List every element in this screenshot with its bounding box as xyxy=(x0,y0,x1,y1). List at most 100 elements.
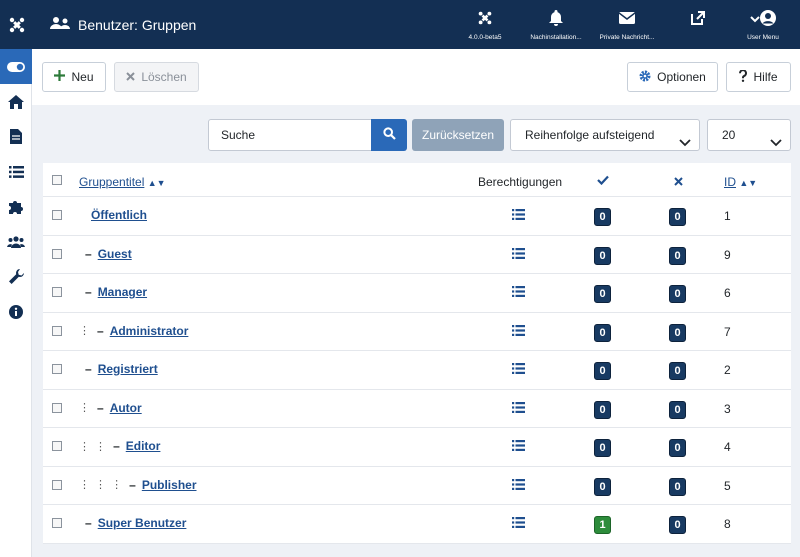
group-title-cell: – Super Benutzer xyxy=(79,516,186,530)
blocked-users-badge[interactable]: 0 xyxy=(669,477,686,496)
users-icon[interactable] xyxy=(0,224,32,259)
group-title-link[interactable]: Autor xyxy=(110,401,142,415)
group-title-cell: – Manager xyxy=(79,285,147,299)
row-checkbox[interactable] xyxy=(52,479,62,490)
table-row: ⋮ ⋮ ⋮ – Publisher 0 0 5 xyxy=(43,467,791,505)
table-row: Öffentlich 0 0 1 xyxy=(43,197,791,236)
plus-icon xyxy=(54,70,66,84)
version-item[interactable]: 4.0.0-beta5 xyxy=(450,8,520,41)
blocked-users-badge[interactable]: 0 xyxy=(669,439,686,457)
joomla-logo-icon[interactable] xyxy=(0,0,34,49)
permissions-list-icon[interactable] xyxy=(512,401,526,416)
row-checkbox[interactable] xyxy=(52,402,62,413)
options-button[interactable]: Optionen xyxy=(627,62,718,92)
post-install-label: Nachinstallation... xyxy=(530,34,582,41)
sort-id-header[interactable]: ID ▲▼ xyxy=(724,175,757,189)
row-checkbox[interactable] xyxy=(52,248,62,259)
active-users-badge[interactable]: 0 xyxy=(594,477,611,496)
group-id: 7 xyxy=(724,324,731,339)
ordering-select[interactable]: Reihenfolge aufsteigend xyxy=(510,119,700,151)
row-checkbox[interactable] xyxy=(52,364,62,374)
group-title-link[interactable]: Administrator xyxy=(110,324,189,338)
permissions-list-icon[interactable] xyxy=(512,440,526,454)
permissions-list-icon[interactable] xyxy=(512,247,526,262)
row-checkbox[interactable] xyxy=(52,441,62,451)
permissions-list-icon[interactable] xyxy=(512,363,526,377)
table-row: – Manager 0 0 6 xyxy=(43,274,791,313)
reset-button[interactable]: Zurücksetzen xyxy=(412,119,504,151)
user-menu-item[interactable]: User Menu xyxy=(728,8,798,41)
group-title-link[interactable]: Super Benutzer xyxy=(98,516,187,530)
row-checkbox[interactable] xyxy=(52,325,62,336)
chevron-down-icon xyxy=(770,129,782,159)
help-button-label: Hilfe xyxy=(753,70,778,84)
group-title-link[interactable]: Guest xyxy=(98,247,132,261)
blocked-users-badge[interactable]: 0 xyxy=(669,285,686,303)
permissions-list-icon[interactable] xyxy=(512,209,526,223)
active-users-badge[interactable]: 1 xyxy=(594,516,611,534)
group-title-cell: Öffentlich xyxy=(79,208,147,222)
users-icon xyxy=(50,16,72,33)
active-users-badge[interactable]: 0 xyxy=(594,400,611,419)
info-icon[interactable] xyxy=(0,294,32,329)
permissions-list-icon[interactable] xyxy=(512,286,526,300)
group-title-link[interactable]: Manager xyxy=(98,285,147,299)
permissions-list-icon[interactable] xyxy=(512,478,526,493)
active-users-badge[interactable]: 0 xyxy=(594,323,611,342)
envelope-icon xyxy=(592,8,662,28)
new-button[interactable]: Neu xyxy=(42,62,106,92)
table-body: Öffentlich 0 0 1 – Guest 0 0 9 – Manager… xyxy=(43,197,791,544)
page-title: Benutzer: Gruppen xyxy=(50,0,196,49)
group-id: 2 xyxy=(724,363,731,377)
indent-dots: ⋮ ⋮ ⋮ xyxy=(79,479,124,491)
sidebar-toggle-icon[interactable] xyxy=(0,49,32,84)
components-puzzle-icon[interactable] xyxy=(0,189,32,224)
preview-site-item[interactable] xyxy=(663,8,733,28)
active-users-badge[interactable]: 0 xyxy=(594,439,611,457)
content-file-icon[interactable] xyxy=(0,119,32,154)
group-id: 9 xyxy=(724,247,731,262)
blocked-users-badge[interactable]: 0 xyxy=(669,246,686,265)
blocked-users-badge[interactable]: 0 xyxy=(669,516,686,534)
delete-button[interactable]: Löschen xyxy=(114,62,199,92)
active-users-badge[interactable]: 0 xyxy=(594,246,611,265)
permissions-list-icon[interactable] xyxy=(512,324,526,339)
active-users-badge[interactable]: 0 xyxy=(594,285,611,303)
search-button[interactable] xyxy=(371,119,407,151)
indent-dash: – xyxy=(97,400,104,415)
select-all-checkbox[interactable] xyxy=(52,175,62,185)
help-button[interactable]: Hilfe xyxy=(726,62,791,92)
private-messages-item[interactable]: Private Nachricht... xyxy=(592,8,662,41)
group-title-cell: – Registriert xyxy=(79,362,158,376)
home-icon[interactable] xyxy=(0,84,32,119)
group-title-link[interactable]: Publisher xyxy=(142,478,197,492)
system-wrench-icon[interactable] xyxy=(0,259,32,294)
table-row: – Super Benutzer 1 0 8 xyxy=(43,505,791,544)
sort-title-header[interactable]: Gruppentitel ▲▼ xyxy=(79,175,166,189)
toolbar: Neu Löschen Optionen Hilfe xyxy=(32,49,800,105)
group-title-link[interactable]: Registriert xyxy=(98,362,158,376)
post-install-item[interactable]: Nachinstallation... xyxy=(521,8,591,41)
table-header-row: Gruppentitel ▲▼ Berechtigungen ID ▲▼ xyxy=(43,163,791,197)
permissions-list-icon[interactable] xyxy=(512,517,526,531)
blocked-users-badge[interactable]: 0 xyxy=(669,323,686,342)
blocked-users-badge[interactable]: 0 xyxy=(669,362,686,380)
row-checkbox[interactable] xyxy=(52,287,62,297)
check-icon xyxy=(597,174,609,188)
blocked-users-badge[interactable]: 0 xyxy=(669,208,686,226)
group-title-link[interactable]: Editor xyxy=(126,439,161,453)
active-users-badge[interactable]: 0 xyxy=(594,362,611,380)
group-title-cell: ⋮ – Autor xyxy=(79,401,142,415)
group-title-link[interactable]: Öffentlich xyxy=(91,208,147,222)
blocked-users-badge[interactable]: 0 xyxy=(669,400,686,419)
active-users-badge[interactable]: 0 xyxy=(594,208,611,226)
row-checkbox[interactable] xyxy=(52,518,62,528)
row-checkbox[interactable] xyxy=(52,210,62,220)
options-button-label: Optionen xyxy=(657,70,706,84)
indent-dots: ⋮ xyxy=(79,325,91,337)
limit-select[interactable]: 20 xyxy=(707,119,791,151)
search-input[interactable]: Suche xyxy=(208,119,372,151)
table-row: – Guest 0 0 9 xyxy=(43,236,791,274)
indent-dash: – xyxy=(129,477,136,492)
menus-list-icon[interactable] xyxy=(0,154,32,189)
